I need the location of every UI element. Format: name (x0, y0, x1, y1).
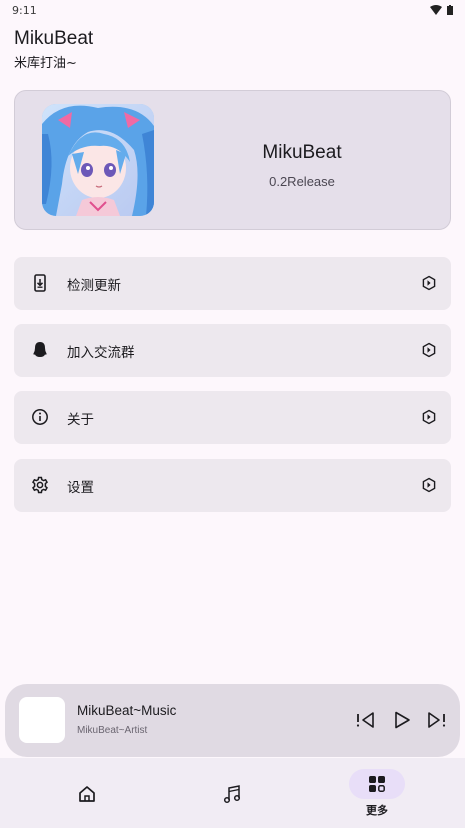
app-subtitle: 米库打油~ (14, 56, 77, 71)
menu-item-about[interactable]: 关于 (14, 391, 451, 444)
info-icon (32, 409, 48, 425)
app-header: MikuBeat 米库打油~ (14, 28, 93, 71)
menu-item-settings[interactable]: 设置 (14, 459, 451, 512)
app-name: MikuBeat (262, 142, 342, 163)
track-artwork (19, 697, 65, 743)
chevron-right-icon (422, 342, 436, 358)
app-info-card: MikuBeat 0.2Release (14, 90, 451, 230)
nav-item-music[interactable] (155, 758, 310, 828)
phone-download-icon (34, 274, 46, 292)
status-time: 9:11 (12, 4, 37, 17)
nav-item-home[interactable] (0, 758, 155, 828)
menu-item-check-update[interactable]: 检测更新 (14, 257, 451, 310)
chevron-right-icon (422, 477, 436, 493)
gear-icon (32, 476, 48, 494)
menu-item-label: 检测更新 (67, 278, 121, 294)
mini-player[interactable]: MikuBeat~Music MikuBeat~Artist (5, 684, 460, 757)
status-icons (430, 5, 453, 15)
home-icon (79, 786, 95, 802)
menu-item-label: 设置 (67, 480, 94, 496)
previous-track-icon[interactable] (355, 710, 377, 730)
menu-item-label: 关于 (67, 412, 94, 428)
app-title: MikuBeat (14, 28, 94, 49)
battery-icon (447, 5, 453, 15)
nav-more-label: 更多 (366, 804, 388, 817)
next-track-icon[interactable] (425, 710, 447, 730)
app-cover-art (42, 104, 154, 216)
track-artist: MikuBeat~Artist (77, 725, 148, 736)
status-bar: 9:11 (0, 0, 465, 22)
track-title: MikuBeat~Music (77, 703, 177, 718)
menu-item-label: 加入交流群 (67, 345, 135, 361)
grid-icon (369, 776, 385, 792)
qq-penguin-icon (33, 342, 47, 357)
menu-item-join-group[interactable]: 加入交流群 (14, 324, 451, 377)
chevron-right-icon (422, 409, 436, 425)
chevron-right-icon (422, 275, 436, 291)
anime-girl-illustration (42, 104, 154, 216)
app-version: 0.2Release (269, 174, 335, 189)
nav-active-indicator[interactable] (349, 769, 405, 799)
wifi-icon (430, 5, 442, 15)
play-icon[interactable] (391, 710, 413, 730)
music-note-icon (223, 785, 241, 804)
